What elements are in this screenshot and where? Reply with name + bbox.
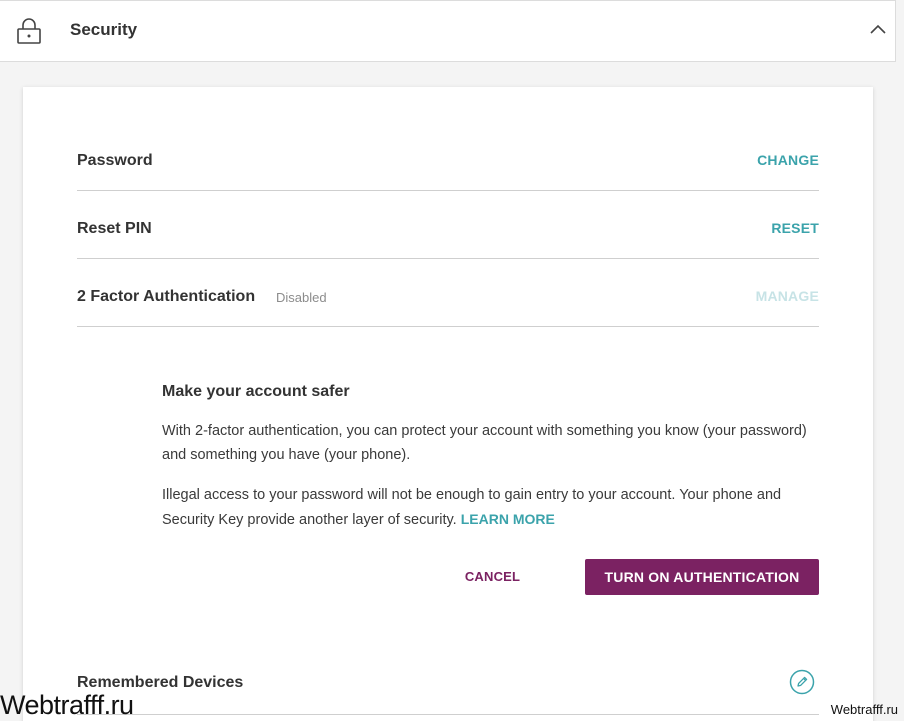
- reset-pin-button[interactable]: RESET: [771, 220, 819, 236]
- password-row: Password CHANGE: [77, 123, 819, 191]
- lock-icon: [17, 18, 41, 44]
- turn-on-authentication-button[interactable]: TURN ON AUTHENTICATION: [585, 559, 819, 595]
- reset-pin-label: Reset PIN: [77, 220, 152, 237]
- cancel-button[interactable]: CANCEL: [445, 569, 540, 587]
- watermark-right: Webtrafff.ru: [830, 702, 898, 717]
- two-factor-row: 2 Factor Authentication Disabled MANAGE: [77, 259, 819, 327]
- learn-more-link[interactable]: LEARN MORE: [461, 511, 555, 527]
- manage-two-factor-button[interactable]: MANAGE: [756, 288, 819, 304]
- security-card: Password CHANGE Reset PIN RESET 2 Factor…: [23, 87, 873, 721]
- promo-paragraph-2: Illegal access to your password will not…: [162, 483, 822, 532]
- promo-title: Make your account safer: [162, 383, 350, 400]
- promo-paragraph-1: With 2-factor authentication, you can pr…: [162, 423, 807, 463]
- watermark-left: Webtrafff.ru: [0, 690, 134, 720]
- edit-icon[interactable]: [789, 669, 815, 695]
- change-password-button[interactable]: CHANGE: [757, 152, 819, 168]
- reset-pin-row: Reset PIN RESET: [77, 191, 819, 259]
- chevron-up-icon[interactable]: [868, 22, 888, 36]
- divider: [77, 714, 819, 715]
- security-section-header[interactable]: Security: [0, 0, 896, 62]
- section-title: Security: [70, 20, 138, 39]
- two-factor-promo: Make your account safer With 2-factor au…: [162, 383, 822, 532]
- status-badge: Disabled: [276, 290, 327, 305]
- password-label: Password: [77, 152, 153, 169]
- two-factor-label: 2 Factor Authentication: [77, 288, 256, 305]
